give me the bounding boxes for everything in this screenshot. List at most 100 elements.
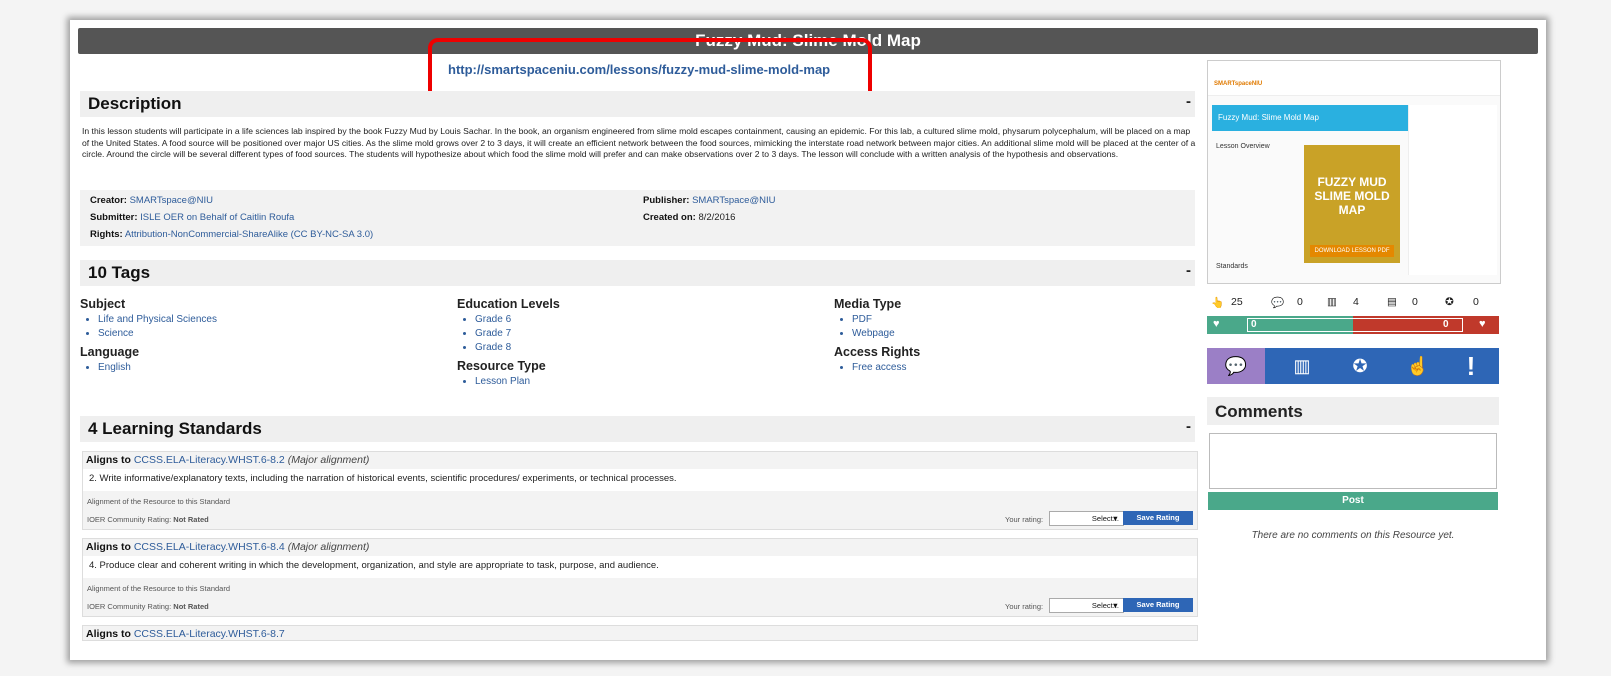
collapse-toggle[interactable]: - (1186, 418, 1191, 435)
alignment-degree: (Major alignment) (287, 454, 370, 466)
community-rating-value: Not Rated (173, 602, 209, 611)
no-comments-text: There are no comments on this Resource y… (1251, 530, 1455, 541)
created-date: 8/2/2016 (698, 212, 736, 223)
book-cover-image: FUZZY MUD SLIME MOLD MAP DOWNLOAD LESSON… (1304, 145, 1400, 263)
rating-track (1247, 318, 1463, 332)
thumbnail-sidebar (1408, 105, 1497, 275)
media-tags: Media Type PDF Webpage Access Rights Fre… (834, 297, 920, 375)
tag-link[interactable]: English (98, 361, 217, 375)
community-rating-label: IOER Community Rating: (87, 602, 172, 611)
tag-link[interactable]: Grade 8 (475, 341, 560, 355)
tag-link[interactable]: Life and Physical Sciences (98, 313, 217, 327)
education-tags: Education Levels Grade 6 Grade 7 Grade 8… (457, 297, 560, 389)
community-rating-value: Not Rated (173, 515, 209, 524)
award-icon: ✪ (1445, 296, 1454, 308)
resource-type-label: Resource Type (457, 359, 546, 373)
like-dislike-bar: ♥ 0 0 ♥ (1207, 316, 1499, 334)
dislike-count: 0 (1443, 319, 1449, 330)
cover-title: FUZZY MUD SLIME MOLD MAP (1314, 175, 1390, 217)
submitter-label: Submitter: (90, 212, 138, 223)
standard-code-link[interactable]: CCSS.ELA-Literacy.WHST.6-8.4 (134, 541, 285, 553)
standard-code-link[interactable]: CCSS.ELA-Literacy.WHST.6-8.2 (134, 454, 285, 466)
library-icon: ▥ (1327, 296, 1337, 308)
tags-heading: 10 Tags (88, 263, 151, 282)
community-rating-label: IOER Community Rating: (87, 515, 172, 524)
tag-link[interactable]: Free access (852, 361, 920, 375)
library-icon[interactable]: ▥ (1273, 348, 1331, 384)
download-icon: ▤ (1387, 296, 1397, 308)
save-rating-button[interactable]: Save Rating (1123, 511, 1193, 525)
metadata-panel: Creator: SMARTspace@NIU Submitter: ISLE … (80, 190, 1195, 246)
description-heading: Description (88, 94, 182, 113)
views-icon: 👆 (1211, 297, 1225, 309)
publisher-label: Publisher: (643, 195, 690, 206)
award-count: 0 (1473, 296, 1479, 308)
media-type-label: Media Type (834, 297, 902, 311)
thumbnail-overview: Lesson Overview (1216, 143, 1270, 150)
library-count: 4 (1353, 296, 1359, 308)
thumbnail-logo: SMARTspaceNIU (1214, 81, 1263, 87)
collapse-toggle[interactable]: - (1186, 93, 1191, 110)
your-rating-label: Your rating: (1005, 602, 1044, 611)
description-header[interactable]: Description - (80, 91, 1195, 117)
resource-thumbnail[interactable]: SMARTspaceNIU Fuzzy Mud: Slime Mold Map … (1207, 60, 1501, 284)
rights-link[interactable]: Attribution-NonCommercial-ShareAlike (CC… (125, 229, 373, 240)
language-label: Language (80, 345, 140, 359)
thumbnail-standards: Standards (1216, 263, 1248, 270)
subject-label: Subject (80, 297, 126, 311)
tag-link[interactable]: Webpage (852, 327, 920, 341)
tags-header[interactable]: 10 Tags - (80, 260, 1195, 286)
aligns-label: Aligns to (86, 541, 131, 553)
thumbnail-banner: Fuzzy Mud: Slime Mold Map (1212, 105, 1408, 131)
cover-button: DOWNLOAD LESSON PDF (1310, 245, 1394, 257)
like-count: 0 (1251, 319, 1257, 330)
alignment-label: Alignment of the Resource to this Standa… (87, 497, 230, 506)
rights-label: Rights: (90, 229, 123, 240)
comment-icon[interactable]: 💬 (1207, 348, 1265, 384)
standard-text: 2. Write informative/explanatory texts, … (89, 473, 677, 484)
comments-heading: Comments (1215, 402, 1303, 421)
dislike-icon[interactable]: ♥ (1479, 318, 1486, 330)
alignment-degree: (Major alignment) (287, 541, 370, 553)
views-count: 25 (1231, 296, 1243, 308)
tag-link[interactable]: Lesson Plan (475, 375, 560, 389)
submitter-link[interactable]: ISLE OER on Behalf of Caitlin Roufa (140, 212, 294, 223)
standard-card: Aligns to CCSS.ELA-Literacy.WHST.6-8.7 (82, 625, 1198, 641)
publisher-link[interactable]: SMARTspace@NIU (692, 195, 775, 206)
created-label: Created on: (643, 212, 696, 223)
access-rights-label: Access Rights (834, 345, 921, 359)
collapse-toggle[interactable]: - (1186, 262, 1191, 279)
standard-card: Aligns to CCSS.ELA-Literacy.WHST.6-8.2 (… (82, 451, 1198, 530)
report-icon[interactable]: ! (1443, 348, 1499, 384)
standard-text: 4. Produce clear and coherent writing in… (89, 560, 659, 571)
standards-header[interactable]: 4 Learning Standards - (80, 416, 1195, 442)
standard-card: Aligns to CCSS.ELA-Literacy.WHST.6-8.4 (… (82, 538, 1198, 617)
rating-select[interactable]: Select... ▼ (1049, 598, 1124, 613)
tag-link[interactable]: PDF (852, 313, 920, 327)
creator-link[interactable]: SMARTspace@NIU (130, 195, 213, 206)
download-count: 0 (1412, 296, 1418, 308)
tap-icon[interactable]: ☝ (1389, 348, 1447, 384)
standard-code-link[interactable]: CCSS.ELA-Literacy.WHST.6-8.7 (134, 628, 285, 640)
education-label: Education Levels (457, 297, 560, 311)
tag-link[interactable]: Grade 6 (475, 313, 560, 327)
standards-heading: 4 Learning Standards (88, 419, 262, 438)
tag-link[interactable]: Grade 7 (475, 327, 560, 341)
award-icon[interactable]: ✪ (1331, 348, 1389, 384)
chevron-down-icon: ▼ (1111, 601, 1119, 610)
aligns-label: Aligns to (86, 454, 131, 466)
post-button[interactable]: Post (1208, 492, 1498, 510)
save-rating-button[interactable]: Save Rating (1123, 598, 1193, 612)
like-icon[interactable]: ♥ (1213, 318, 1220, 330)
creator-label: Creator: (90, 195, 127, 206)
chevron-down-icon: ▼ (1111, 514, 1119, 523)
comment-textarea[interactable] (1209, 433, 1497, 489)
comments-header: Comments (1207, 397, 1499, 425)
thumbnail-topbar (1208, 61, 1500, 96)
tag-link[interactable]: Science (98, 327, 217, 341)
action-toolbar: 💬 ▥ ✪ ☝ ! (1207, 348, 1499, 384)
alignment-label: Alignment of the Resource to this Standa… (87, 584, 230, 593)
comments-count: 0 (1297, 296, 1303, 308)
rating-select[interactable]: Select... ▼ (1049, 511, 1124, 526)
stats-bar: 👆 25 💬 0 ▥ 4 ▤ 0 ✪ 0 (1207, 290, 1499, 316)
